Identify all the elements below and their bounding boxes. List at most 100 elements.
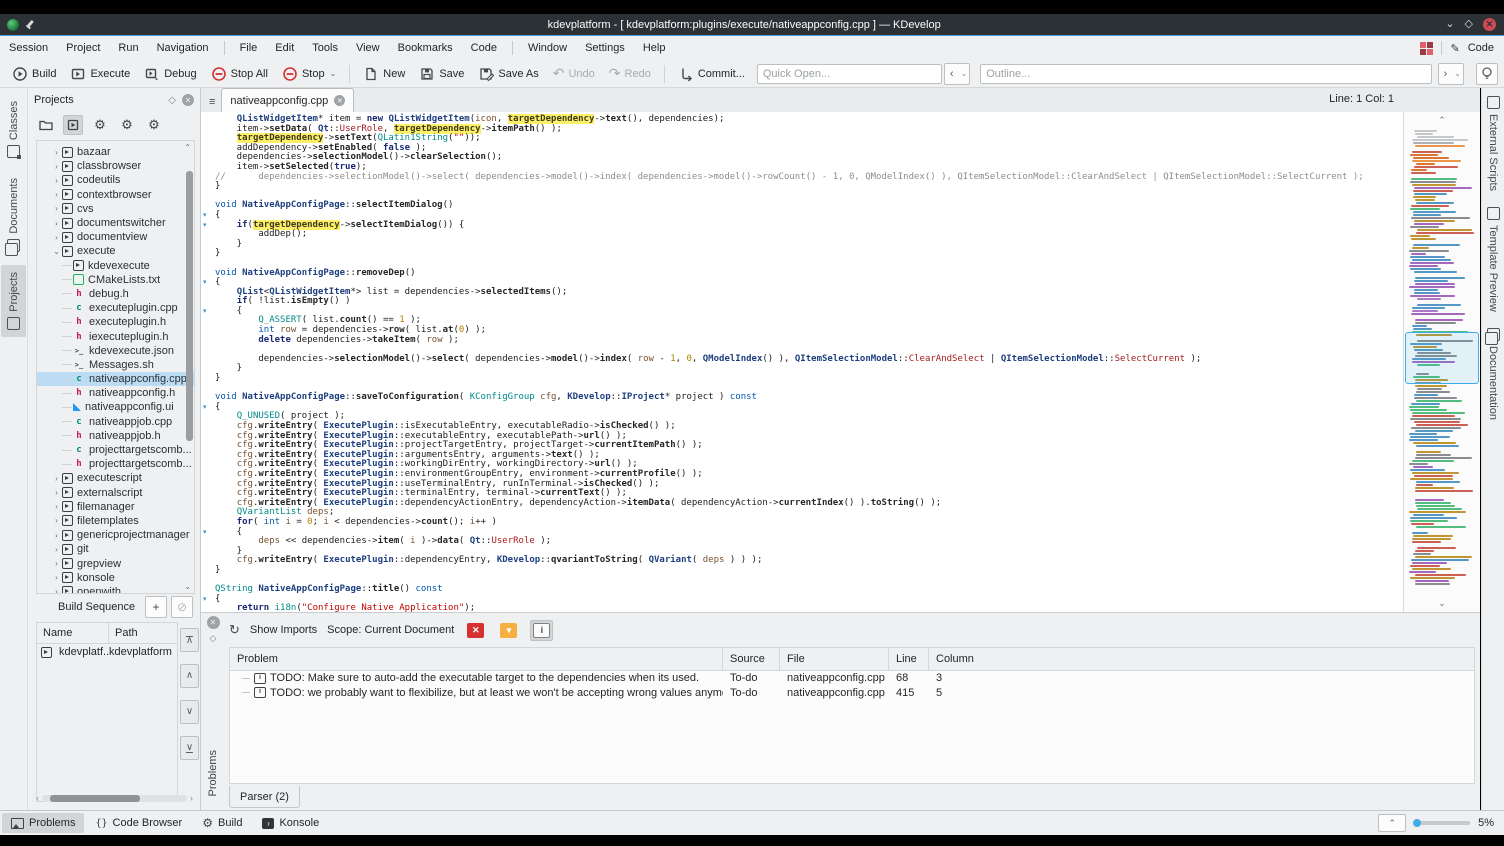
save-as-button[interactable]: Save As xyxy=(472,63,544,85)
open-folder-icon[interactable] xyxy=(36,115,56,135)
area-switcher-icon[interactable] xyxy=(1420,41,1434,55)
tree-item-iexecuteplugin-h[interactable]: h iexecuteplugin.h xyxy=(37,329,194,343)
tree-item-grepview[interactable]: › grepview xyxy=(37,556,194,570)
quick-open-input[interactable] xyxy=(756,63,942,84)
add-to-build-sequence-button[interactable]: + xyxy=(145,596,167,618)
tree-item-debug-h[interactable]: h debug.h xyxy=(37,287,194,301)
fold-marker-icon[interactable]: ▾ xyxy=(203,278,212,288)
zoom-slider[interactable] xyxy=(1413,819,1471,827)
tree-item-execute[interactable]: ⌄ execute xyxy=(37,244,194,258)
document-tab[interactable]: nativeappconfig.cpp ✕ xyxy=(221,88,355,112)
statusbar-build-button[interactable]: ⚙ Build xyxy=(193,813,251,833)
scroll-left-icon[interactable]: ‹ xyxy=(36,793,39,803)
menu-window[interactable]: Window xyxy=(519,38,576,58)
fold-marker-icon[interactable]: ▾ xyxy=(203,595,212,605)
new-button[interactable]: New xyxy=(357,63,411,85)
analyze-icon[interactable]: ⚙ xyxy=(144,115,164,135)
problem-row[interactable]: i TODO: Make sure to auto-add the executa… xyxy=(230,671,1474,686)
tree-item-documentswitcher[interactable]: › documentswitcher xyxy=(37,216,194,230)
code-editor[interactable]: ▾ ▾ ▾ ▾ ▾ ▾ ▾ QListWidgetItem* item = new QLis… xyxy=(201,112,1403,612)
tree-item-kdevexecute[interactable]: kdevexecute xyxy=(37,259,194,273)
tree-item-messages-sh[interactable]: >_ Messages.sh xyxy=(37,358,194,372)
minimap-scrollbar[interactable]: ⌃ ⌄ xyxy=(1403,112,1480,612)
tree-item-filemanager[interactable]: › filemanager xyxy=(37,500,194,514)
fold-marker-icon[interactable]: ▾ xyxy=(203,528,212,538)
tree-scrollbar[interactable] xyxy=(186,171,193,441)
expander-icon[interactable]: › xyxy=(51,176,62,185)
commit-button[interactable]: Commit... xyxy=(672,63,751,85)
expander-icon[interactable]: › xyxy=(51,219,62,228)
menu-navigation[interactable]: Navigation xyxy=(148,38,218,58)
build-settings-icon[interactable]: ⚙ xyxy=(117,115,137,135)
tree-item-nativeappconfig-ui[interactable]: nativeappconfig.ui xyxy=(37,400,194,414)
tree-item-contextbrowser[interactable]: › contextbrowser xyxy=(37,188,194,202)
menu-help[interactable]: Help xyxy=(634,38,675,58)
tree-item-filetemplates[interactable]: › filetemplates xyxy=(37,514,194,528)
errors-filter-button[interactable]: ✕ xyxy=(464,620,487,641)
maximize-button[interactable]: ◇ xyxy=(1465,19,1473,30)
tree-item-cmakelists-txt[interactable]: CMakeLists.txt xyxy=(37,273,194,287)
scroll-up-icon[interactable]: ⌃ xyxy=(184,143,191,152)
show-imports-button[interactable]: Show Imports xyxy=(250,624,317,636)
tab-external-scripts[interactable]: External Scripts xyxy=(1482,88,1504,199)
close-button[interactable]: ✕ xyxy=(1483,18,1496,31)
scroll-down-icon[interactable]: ⌄ xyxy=(184,582,191,591)
warnings-filter-button[interactable]: ▾ xyxy=(497,620,520,641)
expander-icon[interactable]: › xyxy=(51,531,62,540)
build-seq-col-name[interactable]: Name xyxy=(37,623,109,643)
forward-button[interactable]: › xyxy=(1437,62,1454,85)
expander-icon[interactable]: › xyxy=(51,162,62,171)
close-panel-icon[interactable]: ✕ xyxy=(182,94,194,106)
float-panel-icon[interactable]: ◇ xyxy=(168,95,176,106)
col-line[interactable]: Line xyxy=(889,648,929,670)
menu-file[interactable]: File xyxy=(231,38,267,58)
minimap-down-icon[interactable]: ⌄ xyxy=(1404,598,1480,609)
expander-icon[interactable]: › xyxy=(51,233,62,242)
scroll-right-icon[interactable]: › xyxy=(190,793,193,803)
move-down-button[interactable]: ∨ xyxy=(180,700,199,724)
fold-marker-icon[interactable]: ▾ xyxy=(203,211,212,221)
build-target-icon[interactable] xyxy=(63,115,83,135)
col-source[interactable]: Source xyxy=(723,648,780,670)
build-seq-row[interactable]: kdevplatf... kdevplatform xyxy=(37,644,177,660)
back-dropdown[interactable]: ⌄ xyxy=(958,62,971,85)
fold-marker-icon[interactable]: ▾ xyxy=(203,403,212,413)
parser-tab[interactable]: Parser (2) xyxy=(229,786,300,808)
expander-icon[interactable]: › xyxy=(51,516,62,525)
outline-input[interactable] xyxy=(980,63,1432,84)
back-button[interactable]: ‹ xyxy=(943,62,960,85)
close-problems-icon[interactable]: ✕ xyxy=(206,616,220,629)
redo-button[interactable]: ↷ Redo xyxy=(603,62,657,85)
tree-item-openwith[interactable]: › openwith xyxy=(37,585,194,593)
hints-filter-button[interactable]: i xyxy=(530,619,554,641)
tree-item-git[interactable]: › git xyxy=(37,542,194,556)
tree-item-kdevexecute-json[interactable]: >_ kdevexecute.json xyxy=(37,344,194,358)
tree-item-bazaar[interactable]: › bazaar xyxy=(37,145,194,159)
build-seq-col-path[interactable]: Path xyxy=(109,627,138,639)
stop-button[interactable]: Stop ⌄ xyxy=(276,63,342,85)
minimap-viewport[interactable] xyxy=(1405,332,1479,384)
tab-close-icon[interactable]: ✕ xyxy=(334,95,346,106)
tree-item-konsole[interactable]: › konsole xyxy=(37,571,194,585)
expander-icon[interactable]: › xyxy=(51,190,62,199)
menu-run[interactable]: Run xyxy=(109,38,147,58)
move-bottom-button[interactable]: ∨ xyxy=(180,736,199,760)
execute-button[interactable]: Execute xyxy=(64,63,136,85)
reload-icon[interactable]: ↻ xyxy=(229,622,240,638)
expander-icon[interactable]: › xyxy=(51,502,62,511)
tree-item-executeplugin-h[interactable]: h executeplugin.h xyxy=(37,315,194,329)
code-area-button[interactable]: Code xyxy=(1468,42,1494,54)
statusbar-problems-button[interactable]: Problems xyxy=(2,813,85,833)
document-list-icon[interactable]: ≡ xyxy=(209,97,215,108)
tree-item-projecttargetscomb-[interactable]: h projecttargetscomb... xyxy=(37,457,194,471)
expander-icon[interactable]: › xyxy=(51,474,62,483)
menu-settings[interactable]: Settings xyxy=(576,38,634,58)
tree-item-executeplugin-cpp[interactable]: c executeplugin.cpp xyxy=(37,301,194,315)
tab-documentation[interactable]: Documentation xyxy=(1482,320,1504,428)
fold-gutter[interactable]: ▾ ▾ ▾ ▾ ▾ ▾ ▾ xyxy=(201,112,214,612)
tab-projects[interactable]: Projects xyxy=(1,264,26,337)
expand-statusbar-button[interactable]: ⌃ xyxy=(1378,814,1407,832)
tree-item-cvs[interactable]: › cvs xyxy=(37,202,194,216)
tree-item-genericprojectmanager[interactable]: › genericprojectmanager xyxy=(37,528,194,542)
col-problem[interactable]: Problem xyxy=(230,648,723,670)
